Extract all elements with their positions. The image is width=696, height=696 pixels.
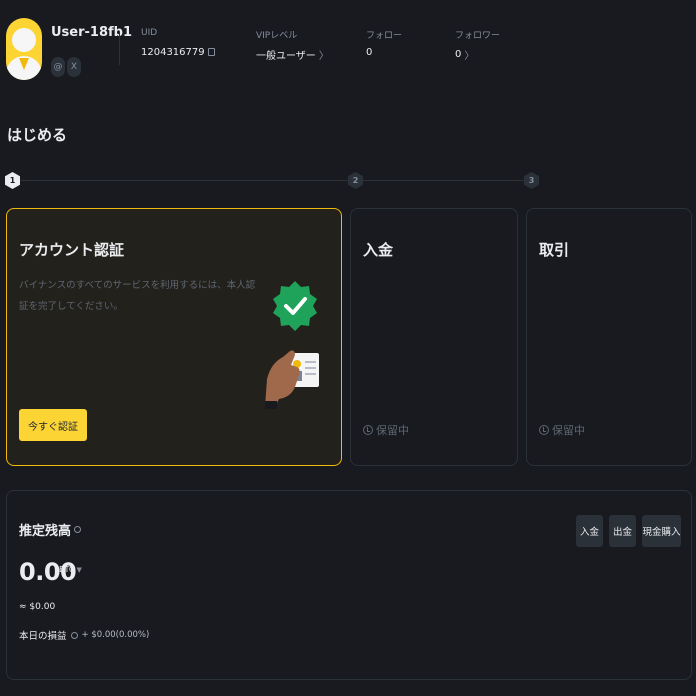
buy-crypto-button[interactable]: 現金購入: [642, 515, 681, 547]
caret-down-icon: ▼: [76, 565, 82, 574]
follower-value: 0: [455, 49, 462, 60]
clock-icon: [539, 425, 549, 435]
verification-card: アカウント認証 バイナンスのすべてのサービスを利用するには、本人認証を完了してく…: [6, 208, 342, 466]
card-description: バイナンスのすべてのサービスを利用するには、本人認証を完了してください。: [19, 280, 256, 312]
chevron-right-icon: 〉: [464, 51, 475, 62]
pending-status: 保留中: [539, 422, 585, 438]
step-3-marker: 3: [524, 172, 539, 189]
pending-status: 保留中: [363, 422, 409, 438]
deposit-button[interactable]: 入金: [576, 515, 603, 547]
withdraw-button[interactable]: 出金: [609, 515, 636, 547]
vip-label: VIPレベル: [256, 31, 298, 41]
info-icon[interactable]: [70, 631, 78, 639]
id-verification-illustration: [265, 281, 319, 409]
currency-label: BTC: [59, 565, 75, 574]
step-1-marker: 1: [5, 172, 20, 189]
vip-value-group[interactable]: 一般ユーザー 〉: [256, 47, 329, 62]
pnl-value: + $0.00(0.00%): [81, 630, 150, 640]
eye-icon[interactable]: [74, 526, 82, 533]
card-title: アカウント認証: [19, 241, 125, 259]
trade-card[interactable]: 取引 保留中: [526, 208, 692, 466]
verify-now-button[interactable]: 今すぐ認証: [19, 409, 87, 441]
clock-icon: [363, 425, 373, 435]
follow-value: 0: [366, 47, 373, 58]
copy-icon[interactable]: [207, 47, 215, 56]
x-twitter-icon[interactable]: X: [67, 57, 81, 77]
vip-value: 一般ユーザー: [256, 51, 316, 62]
follow-label: フォロー: [366, 31, 403, 41]
chevron-right-icon: 〉: [318, 51, 329, 62]
deposit-card[interactable]: 入金 保留中: [350, 208, 518, 466]
avatar-face: [12, 28, 36, 52]
uid-label: UID: [141, 28, 158, 38]
pending-label: 保留中: [376, 424, 409, 437]
card-title: 取引: [539, 241, 570, 259]
email-icon[interactable]: @: [51, 57, 65, 77]
uid-value: 1204316779: [141, 47, 205, 58]
uid-value-group: 1204316779: [141, 47, 215, 58]
header-divider: [119, 33, 120, 65]
section-title: はじめる: [7, 126, 68, 144]
balance-fiat: ≈ $0.00: [19, 602, 56, 612]
balance-title: 推定残高: [19, 524, 72, 539]
todays-pnl: 本日の損益 + $0.00(0.00%): [19, 628, 149, 642]
pending-label: 保留中: [552, 424, 585, 437]
avatar[interactable]: [6, 18, 42, 80]
step-2-marker: 2: [348, 172, 363, 189]
follower-value-group[interactable]: 0 〉: [455, 47, 474, 62]
currency-selector[interactable]: BTC ▼: [59, 565, 82, 574]
card-title: 入金: [363, 241, 394, 259]
pnl-label: 本日の損益: [19, 631, 67, 642]
balance-title-group: 推定残高: [19, 520, 82, 539]
follower-label: フォロワー: [455, 31, 501, 41]
step-progress-line: [12, 180, 532, 181]
